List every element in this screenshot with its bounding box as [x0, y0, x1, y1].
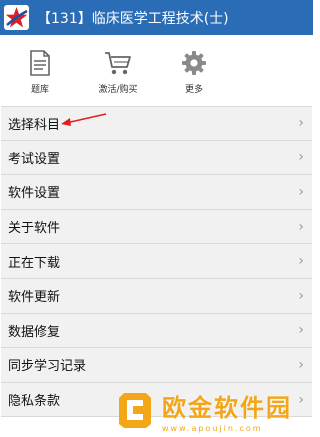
watermark-text: 欧金软件园	[162, 393, 292, 422]
watermark-url: www.apoujin.com	[162, 423, 263, 433]
menu-item-label: 隐私条款	[8, 394, 61, 410]
toolbar: 题库 激活/购买 更多	[0, 35, 313, 101]
app-title: 【131】临床医学工程技术(士)	[37, 10, 229, 27]
menu-item-label: 选择科目	[8, 117, 61, 133]
menu-item-software-settings[interactable]: 软件设置 ›	[1, 175, 312, 210]
more-label: 更多	[184, 85, 203, 95]
chevron-right-icon: ›	[298, 253, 304, 270]
menu-item-select-subject[interactable]: 选择科目 ›	[1, 106, 312, 141]
question-bank-button[interactable]: 题库	[10, 50, 70, 95]
menu-item-about[interactable]: 关于软件 ›	[1, 209, 312, 245]
menu-item-downloading[interactable]: 正在下载 ›	[1, 244, 312, 279]
menu-item-label: 考试设置	[8, 151, 61, 167]
menu-item-sync-records[interactable]: 同步学习记录 ›	[1, 348, 312, 383]
menu-item-label: 正在下载	[8, 255, 61, 271]
document-icon	[29, 50, 51, 76]
chevron-right-icon: ›	[298, 115, 304, 132]
annotation-arrow-icon	[61, 113, 107, 126]
title-bar: 【131】临床医学工程技术(士)	[0, 0, 313, 35]
more-button[interactable]: 更多	[164, 50, 224, 95]
chevron-right-icon: ›	[298, 149, 304, 166]
menu-item-label: 数据修复	[8, 324, 61, 340]
menu-item-label: 软件更新	[8, 290, 61, 306]
watermark: 欧金软件园 www.apoujin.com	[116, 384, 306, 436]
menu-item-software-update[interactable]: 软件更新 ›	[1, 278, 312, 314]
activate-purchase-label: 激活/购买	[98, 85, 138, 95]
activate-purchase-button[interactable]: 激活/购买	[88, 50, 148, 95]
watermark-logo-icon	[116, 390, 154, 430]
star-logo-icon	[4, 5, 29, 30]
menu-item-label: 软件设置	[8, 186, 61, 202]
chevron-right-icon: ›	[298, 356, 304, 373]
settings-menu: 选择科目 › 考试设置 › 软件设置 › 关于软件 › 正在下载 › 软件更新 …	[1, 106, 312, 418]
menu-item-exam-settings[interactable]: 考试设置 ›	[1, 140, 312, 176]
chevron-right-icon: ›	[298, 218, 304, 235]
chevron-right-icon: ›	[298, 287, 304, 304]
menu-item-label: 关于软件	[8, 221, 61, 237]
chevron-right-icon: ›	[298, 322, 304, 339]
menu-item-data-repair[interactable]: 数据修复 ›	[1, 313, 312, 349]
menu-item-label: 同步学习记录	[8, 359, 87, 375]
gear-icon	[181, 50, 207, 76]
question-bank-label: 题库	[30, 85, 49, 95]
chevron-right-icon: ›	[298, 183, 304, 200]
cart-icon	[104, 50, 132, 76]
